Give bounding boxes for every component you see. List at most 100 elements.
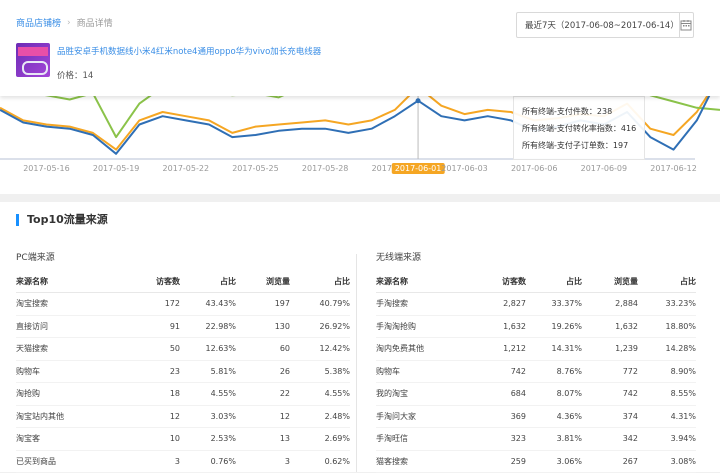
pageview-share-cell: 2.48% <box>290 405 350 428</box>
source-name-link[interactable]: 猫客搜索 <box>376 450 472 473</box>
pageviews-cell: 3 <box>236 450 290 473</box>
product-detail-page: 商品店铺榜 › 商品详情 最近7天（2017-06-08~2017-06-14）… <box>0 0 720 473</box>
pageview-share-cell: 3.94% <box>638 427 696 451</box>
breadcrumb-current: 商品详情 <box>76 19 113 29</box>
mobile-sources-panel: 无线端来源 来源名称 访客数 占比 浏览量 占比 手淘搜索 2,827 33.37%… <box>376 250 696 473</box>
pageview-share-cell: 5.38% <box>290 360 350 383</box>
traffic-sources-section: Top10流量来源 PC端来源 来源名称 访客数 占比 浏览量 占比 淘宝搜索 1… <box>0 194 720 473</box>
source-name-link[interactable]: 手淘淘抢购 <box>376 315 472 338</box>
pageviews-cell: 197 <box>236 292 290 316</box>
pc-sources-panel: PC端来源 来源名称 访客数 占比 浏览量 占比 淘宝搜索 172 43.43% 19… <box>16 250 350 473</box>
table-row[interactable]: 我的淘宝 684 8.07% 742 8.55% <box>376 382 696 406</box>
header-visitors[interactable]: 访客数 <box>472 271 526 293</box>
table-row[interactable]: 淘内免费其他 1,212 14.31% 1,239 14.28% <box>376 337 696 361</box>
table-row[interactable]: 淘抢购 18 4.55% 22 4.55% <box>16 382 350 406</box>
header-visitors[interactable]: 访客数 <box>126 271 180 293</box>
table-row[interactable]: 直接访问 91 22.98% 130 26.92% <box>16 315 350 338</box>
pageview-share-cell: 40.79% <box>290 292 350 316</box>
mobile-sources-table: 来源名称 访客数 占比 浏览量 占比 手淘搜索 2,827 33.37% 2,884 3… <box>376 271 696 473</box>
pageviews-cell: 12 <box>236 405 290 428</box>
source-name-link[interactable]: 淘抢购 <box>16 382 126 406</box>
breadcrumb-shop-link[interactable]: 商品店铺榜 <box>16 16 61 29</box>
pc-panel-title: PC端来源 <box>16 253 55 263</box>
pageviews-cell: 26 <box>236 360 290 383</box>
visitor-share-cell: 14.31% <box>526 337 582 361</box>
table-row[interactable]: 手淘问大家 369 4.36% 374 4.31% <box>376 405 696 428</box>
visitors-cell: 369 <box>472 405 526 428</box>
table-row[interactable]: 手淘搜索 2,827 33.37% 2,884 33.23% <box>376 292 696 316</box>
header-pageviews[interactable]: 浏览量 <box>582 271 638 293</box>
pageviews-cell: 742 <box>582 382 638 406</box>
date-range-text[interactable]: 最近7天（2017-06-08~2017-06-14） <box>517 19 679 31</box>
visitors-cell: 91 <box>126 315 180 338</box>
visitor-share-cell: 4.55% <box>180 382 236 406</box>
x-tick-label: 2017-05-28 <box>301 164 349 173</box>
table-row[interactable]: 淘宝客 10 2.53% 13 2.69% <box>16 427 350 451</box>
table-row[interactable]: 天猫搜索 50 12.63% 60 12.42% <box>16 337 350 361</box>
visitors-cell: 23 <box>126 360 180 383</box>
visitors-cell: 18 <box>126 382 180 406</box>
table-row[interactable]: 手淘旺信 323 3.81% 342 3.94% <box>376 427 696 451</box>
table-row[interactable]: 购物车 742 8.76% 772 8.90% <box>376 360 696 383</box>
pageviews-cell: 13 <box>236 427 290 451</box>
source-name-link[interactable]: 手淘搜索 <box>376 292 472 316</box>
visitor-share-cell: 2.53% <box>180 427 236 451</box>
header-pageviews[interactable]: 浏览量 <box>236 271 290 293</box>
source-name-link[interactable]: 直接访问 <box>16 315 126 338</box>
x-tick-label: 2017-05-19 <box>92 164 140 173</box>
pageview-share-cell: 18.80% <box>638 315 696 338</box>
pageview-share-cell: 4.55% <box>290 382 350 406</box>
calendar-icon[interactable] <box>678 13 693 37</box>
pageviews-cell: 130 <box>236 315 290 338</box>
source-name-link[interactable]: 天猫搜索 <box>16 337 126 361</box>
pageviews-cell: 1,239 <box>582 337 638 361</box>
source-name-link[interactable]: 淘宝客 <box>16 427 126 451</box>
table-row[interactable]: 已买到商品 3 0.76% 3 0.62% <box>16 450 350 473</box>
pageview-share-cell: 12.42% <box>290 337 350 361</box>
source-name-link[interactable]: 手淘问大家 <box>376 405 472 428</box>
source-name-link[interactable]: 购物车 <box>376 360 472 383</box>
product-title-link[interactable]: 品胜安卓手机数据线小米4红米note4通用oppo华为vivo加长充电线器 <box>57 45 321 57</box>
x-tick-label: 2017-06-09 <box>580 164 628 173</box>
table-row[interactable]: 淘宝站内其他 12 3.03% 12 2.48% <box>16 405 350 428</box>
table-row[interactable]: 购物车 23 5.81% 26 5.38% <box>16 360 350 383</box>
visitors-cell: 10 <box>126 427 180 451</box>
header-pageview-share[interactable]: 占比 <box>290 271 350 293</box>
source-name-link[interactable]: 已买到商品 <box>16 450 126 473</box>
pageviews-cell: 60 <box>236 337 290 361</box>
source-name-link[interactable]: 淘宝站内其他 <box>16 405 126 428</box>
pageview-share-cell: 0.62% <box>290 450 350 473</box>
pageview-share-cell: 8.55% <box>638 382 696 406</box>
visitor-share-cell: 3.03% <box>180 405 236 428</box>
product-thumbnail[interactable] <box>16 43 50 77</box>
mobile-panel-title: 无线端来源 <box>376 253 422 263</box>
pageview-share-cell: 3.08% <box>638 450 696 473</box>
product-price: 价格：14 <box>57 71 94 81</box>
visitors-cell: 50 <box>126 337 180 361</box>
header-pageview-share[interactable]: 占比 <box>638 271 696 293</box>
header-source[interactable]: 来源名称 <box>16 271 126 293</box>
pageviews-cell: 772 <box>582 360 638 383</box>
visitors-cell: 12 <box>126 405 180 428</box>
header-source[interactable]: 来源名称 <box>376 271 472 293</box>
visitor-share-cell: 8.76% <box>526 360 582 383</box>
panel-divider <box>356 254 357 472</box>
date-range-picker[interactable]: 最近7天（2017-06-08~2017-06-14） <box>516 12 694 38</box>
table-row[interactable]: 淘宝搜索 172 43.43% 197 40.79% <box>16 292 350 316</box>
x-tick-label: 2017-06-06 <box>510 164 558 173</box>
source-name-link[interactable]: 我的淘宝 <box>376 382 472 406</box>
table-header-row: 来源名称 访客数 占比 浏览量 占比 <box>376 271 696 293</box>
source-name-link[interactable]: 购物车 <box>16 360 126 383</box>
table-row[interactable]: 猫客搜索 259 3.06% 267 3.08% <box>376 450 696 473</box>
pageviews-cell: 374 <box>582 405 638 428</box>
header-visitor-share[interactable]: 占比 <box>526 271 582 293</box>
pageview-share-cell: 33.23% <box>638 292 696 316</box>
visitors-cell: 684 <box>472 382 526 406</box>
table-row[interactable]: 手淘淘抢购 1,632 19.26% 1,632 18.80% <box>376 315 696 338</box>
source-name-link[interactable]: 淘内免费其他 <box>376 337 472 361</box>
breadcrumb-separator: › <box>67 17 71 28</box>
header-visitor-share[interactable]: 占比 <box>180 271 236 293</box>
source-name-link[interactable]: 手淘旺信 <box>376 427 472 451</box>
visitor-share-cell: 22.98% <box>180 315 236 338</box>
source-name-link[interactable]: 淘宝搜索 <box>16 292 126 316</box>
